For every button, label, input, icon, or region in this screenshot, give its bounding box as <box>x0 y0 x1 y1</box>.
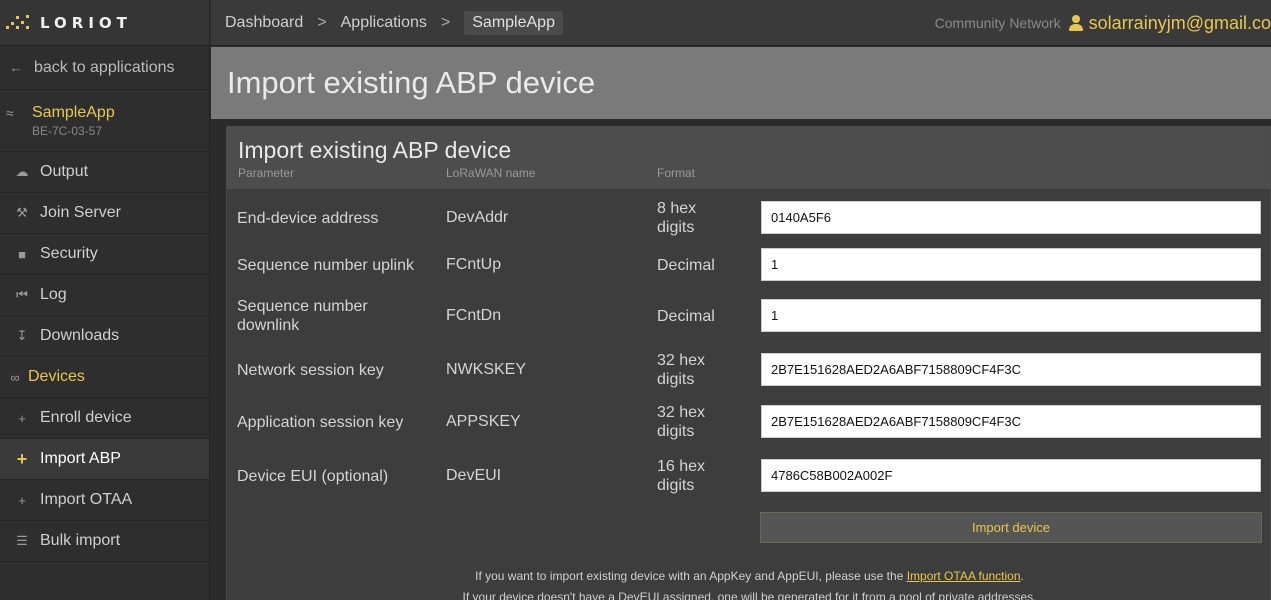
lorawan-name: DevAddr <box>446 209 509 226</box>
breadcrumb-dashboard[interactable]: Dashboard <box>225 14 303 32</box>
lorawan-name: FCntDn <box>446 307 502 324</box>
sidebar-item-label: Bulk import <box>40 532 121 549</box>
cloud-icon: ☁ <box>15 164 29 179</box>
param-label: Sequence number uplink <box>237 256 415 274</box>
panel-title: Import existing ABP device <box>238 137 512 163</box>
sidebar-item-label: Join Server <box>40 204 121 221</box>
sidebar-item-label: Devices <box>28 368 85 385</box>
topbar: Dashboard > Applications > SampleApp Com… <box>211 0 1271 46</box>
sidebar-item-enroll-device[interactable]: + Enroll device <box>0 398 209 439</box>
sidebar-item-bulk-import[interactable]: ☰ Bulk import <box>0 521 209 562</box>
lorawan-name: APPSKEY <box>446 413 521 430</box>
sidebar-item-join-server[interactable]: ⚒ Join Server <box>0 193 209 234</box>
sidebar-app[interactable]: ≈ SampleApp BE-7C-03-57 <box>0 90 209 152</box>
param-label: End-device address <box>237 209 379 227</box>
deveui-note: If your device doesn't have a DevEUI ass… <box>462 590 1037 600</box>
panel-header: Import existing ABP device Parameter LoR… <box>227 127 1270 189</box>
plus-icon: + <box>18 410 26 426</box>
table-row: Network session key NWKSKEY 32 hex digit… <box>227 349 1271 391</box>
arrow-left-icon: ← <box>9 60 23 75</box>
sidebar-item-label: Downloads <box>40 327 120 344</box>
topbar-right: Community Network solarrainyjm@gmail.co <box>935 0 1271 46</box>
sidebar-item-label: Enroll device <box>40 409 132 426</box>
app-name: SampleApp <box>32 103 115 121</box>
breadcrumb-applications[interactable]: Applications <box>341 14 427 32</box>
import-device-button[interactable]: Import device <box>760 512 1262 543</box>
sidebar: LORIOT ← back to applications ≈ SampleAp… <box>0 0 210 600</box>
sidebar-item-label: Output <box>40 163 89 180</box>
sidebar-item-label: Import OTAA <box>40 491 133 508</box>
user-email: solarrainyjm@gmail.co <box>1088 12 1271 33</box>
sidebar-item-import-otaa[interactable]: + Import OTAA <box>0 480 209 521</box>
deveui-input[interactable] <box>761 459 1261 492</box>
breadcrumb-separator: > <box>440 13 451 31</box>
format-label: 8 hex digits <box>657 200 697 236</box>
param-label: Device EUI (optional) <box>237 467 389 485</box>
format-label: 32 hex digits <box>657 404 706 440</box>
sidebar-item-label: Log <box>40 286 67 303</box>
plus-icon: + <box>16 448 28 469</box>
sidebar-item-label: Security <box>40 245 98 262</box>
breadcrumb-current-app[interactable]: SampleApp <box>464 10 563 35</box>
format-label: Decimal <box>657 256 715 274</box>
list-icon: ☰ <box>16 533 28 548</box>
sidebar-item-label: Import ABP <box>40 450 121 467</box>
column-header-lorawan-name: LoRaWAN name <box>446 166 536 180</box>
otaa-note-end: . <box>1020 569 1024 583</box>
loriot-logo-icon <box>6 12 32 34</box>
column-header-parameter: Parameter <box>238 166 295 180</box>
backward-icon: ⏮ <box>16 287 28 302</box>
lorawan-name: FCntUp <box>446 256 502 273</box>
import-abp-panel: Import existing ABP device Parameter LoR… <box>226 126 1271 600</box>
user-menu[interactable]: solarrainyjm@gmail.co <box>1068 12 1271 34</box>
fcntdn-input[interactable] <box>761 299 1261 332</box>
download-icon: ↧ <box>16 328 28 343</box>
back-label: back to applications <box>34 58 175 76</box>
user-icon <box>1068 15 1083 31</box>
column-headers: Parameter LoRaWAN name Format <box>238 164 1270 182</box>
otaa-note: If you want to import existing device wi… <box>227 569 1271 583</box>
plus-icon: + <box>18 492 26 508</box>
nwkskey-input[interactable] <box>761 353 1261 386</box>
appskey-input[interactable] <box>761 405 1261 438</box>
column-header-format: Format <box>657 166 696 180</box>
lock-icon: ■ <box>18 246 26 262</box>
logo[interactable]: LORIOT <box>0 0 209 46</box>
param-label: Sequence number downlink <box>237 298 368 334</box>
param-label: Application session key <box>237 413 404 431</box>
devices-icon: ∞ <box>10 369 20 385</box>
import-otaa-link[interactable]: Import OTAA function <box>907 569 1021 583</box>
logo-text: LORIOT <box>40 13 132 32</box>
sidebar-item-security[interactable]: ■ Security <box>0 234 209 275</box>
table-row: Application session key APPSKEY 32 hex d… <box>227 401 1271 443</box>
param-label: Network session key <box>237 361 384 379</box>
sidebar-item-log[interactable]: ⏮ Log <box>0 275 209 316</box>
table-row: Device EUI (optional) DevEUI 16 hex digi… <box>227 455 1271 497</box>
lorawan-name: DevEUI <box>446 467 502 484</box>
page-title-band: Import existing ABP device <box>211 47 1271 119</box>
wrench-icon: ⚒ <box>16 205 28 220</box>
wifi-icon: ≈ <box>6 104 14 121</box>
table-row: Sequence number downlink FCntDn Decimal <box>227 295 1271 337</box>
otaa-note-text: If you want to import existing device wi… <box>475 569 907 583</box>
format-label: Decimal <box>657 307 715 325</box>
breadcrumb-separator: > <box>317 13 327 31</box>
table-row: Sequence number uplink FCntUp Decimal <box>227 244 1271 286</box>
sidebar-item-downloads[interactable]: ↧ Downloads <box>0 316 209 357</box>
network-label: Community Network <box>934 15 1061 31</box>
sidebar-item-import-abp[interactable]: + Import ABP <box>0 439 209 480</box>
format-label: 16 hex digits <box>657 458 706 494</box>
format-label: 32 hex digits <box>657 352 706 388</box>
back-to-applications-link[interactable]: ← back to applications <box>0 46 209 90</box>
app-id: BE-7C-03-57 <box>32 123 103 138</box>
sidebar-item-output[interactable]: ☁ Output <box>0 152 209 193</box>
table-row: End-device address DevAddr 8 hex digits <box>227 197 1271 239</box>
page-title: Import existing ABP device <box>227 65 596 100</box>
sidebar-item-devices[interactable]: ∞ Devices <box>0 357 209 398</box>
fcntup-input[interactable] <box>761 248 1261 281</box>
devaddr-input[interactable] <box>761 201 1261 234</box>
lorawan-name: NWKSKEY <box>446 361 527 378</box>
